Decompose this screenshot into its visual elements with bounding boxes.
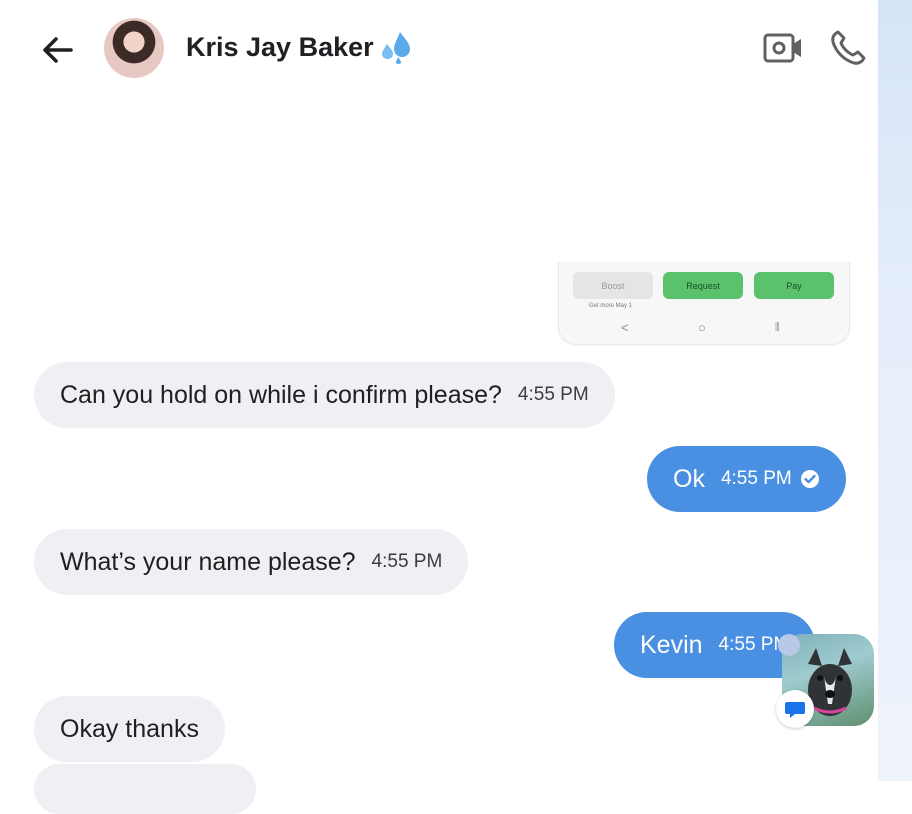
message-incoming[interactable]: Can you hold on while i confirm please? … [34,362,615,428]
message-incoming-partial[interactable] [34,764,256,814]
message-incoming[interactable]: What’s your name please? 4:55 PM [34,529,469,595]
boost-button-preview: Boost [573,272,653,299]
pay-button-preview: Pay [754,272,834,299]
video-camera-icon[interactable] [762,30,804,66]
phone-icon[interactable] [828,28,868,68]
side-background-strip [878,0,912,781]
contact-avatar[interactable] [104,18,164,78]
preview-caption: Get more May 1 [589,303,633,309]
sweat-droplets-icon [381,32,410,64]
preview-home-nav: ○ [698,320,706,335]
message-text: Can you hold on while i confirm please? [60,380,502,409]
message-outgoing[interactable]: Ok 4:55 PM [647,446,846,512]
preview-recents-nav: ⫼ [775,322,780,333]
chat-head-indicator [778,634,800,656]
contact-title[interactable]: Kris Jay Baker [186,30,412,64]
attached-screenshot-preview[interactable]: Boost Request Pay Get more May 1 < ○ ⫼ [558,262,850,345]
message-time: 4:55 PM [720,468,792,489]
arrow-left-icon[interactable] [38,30,78,70]
message-time: 4:55 PM [517,384,589,405]
conversation-header: Kris Jay Baker [0,0,878,100]
message-text: Kevin [640,630,703,659]
message-text: Okay thanks [60,714,199,743]
preview-back-nav: < [621,320,629,335]
message-text: Ok [673,464,705,493]
message-incoming[interactable]: Okay thanks [34,696,225,762]
message-text: What’s your name please? [60,547,356,576]
message-bubble-icon[interactable] [776,690,814,728]
check-circle-icon [800,470,819,488]
contact-name: Kris Jay Baker [186,31,374,62]
message-time: 4:55 PM [371,551,443,572]
request-button-preview: Request [663,272,743,299]
